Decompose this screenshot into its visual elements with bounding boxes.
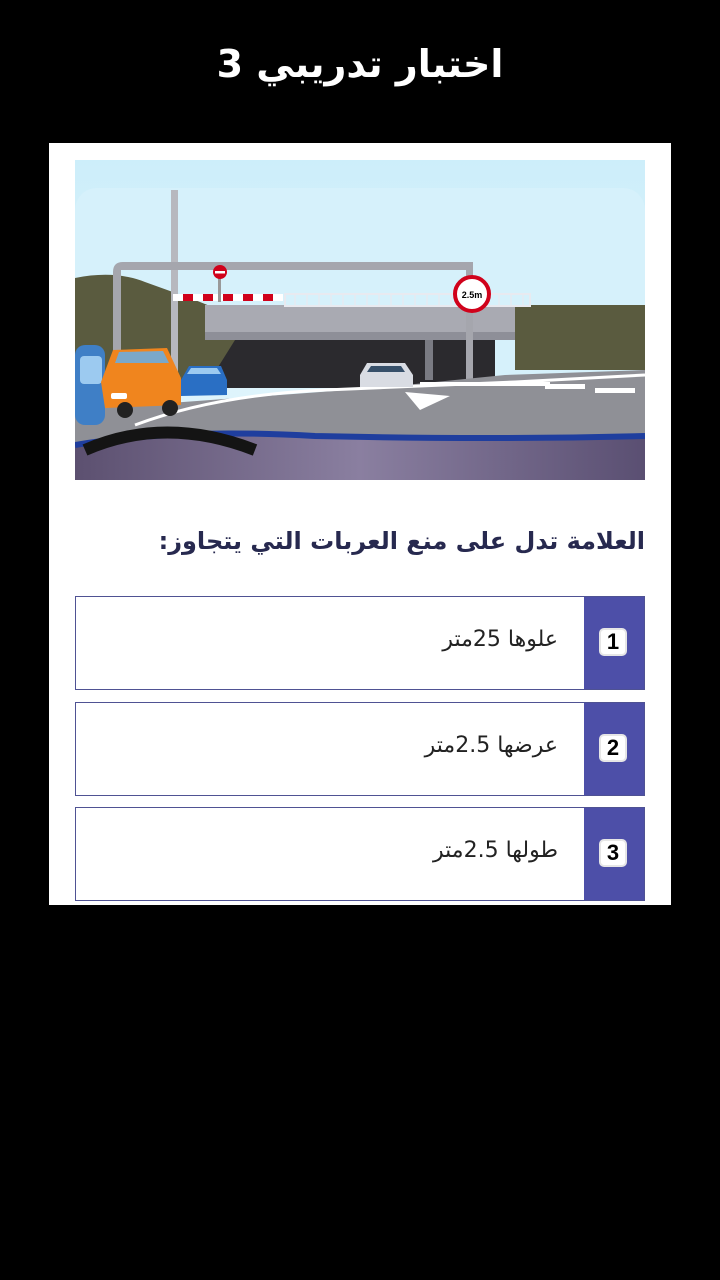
question-card: 2.5m العلامة تدل على منع العربات التي يت… [49, 143, 671, 905]
answer-option-1[interactable]: 1 علوها 25متر [75, 596, 645, 690]
page-title: اختبار تدريبي 3 [216, 42, 504, 86]
option-number-badge: 2 [599, 734, 627, 762]
question-illustration: 2.5m [75, 160, 645, 480]
question-text: العلامة تدل على منع العربات التي يتجاوز: [158, 527, 645, 555]
option-number-box: 2 [584, 703, 644, 795]
option-number-badge: 3 [599, 839, 627, 867]
option-text: علوها 25متر [442, 627, 558, 652]
height-limit-sign-label: 2.5m [462, 290, 483, 300]
answer-option-3[interactable]: 3 طولها 2.5متر [75, 807, 645, 901]
option-text: عرضها 2.5متر [424, 733, 558, 758]
option-number-box: 3 [584, 808, 644, 900]
answer-option-2[interactable]: 2 عرضها 2.5متر [75, 702, 645, 796]
option-text: طولها 2.5متر [433, 838, 558, 863]
option-number-badge: 1 [599, 628, 627, 656]
option-number-box: 1 [584, 597, 644, 689]
